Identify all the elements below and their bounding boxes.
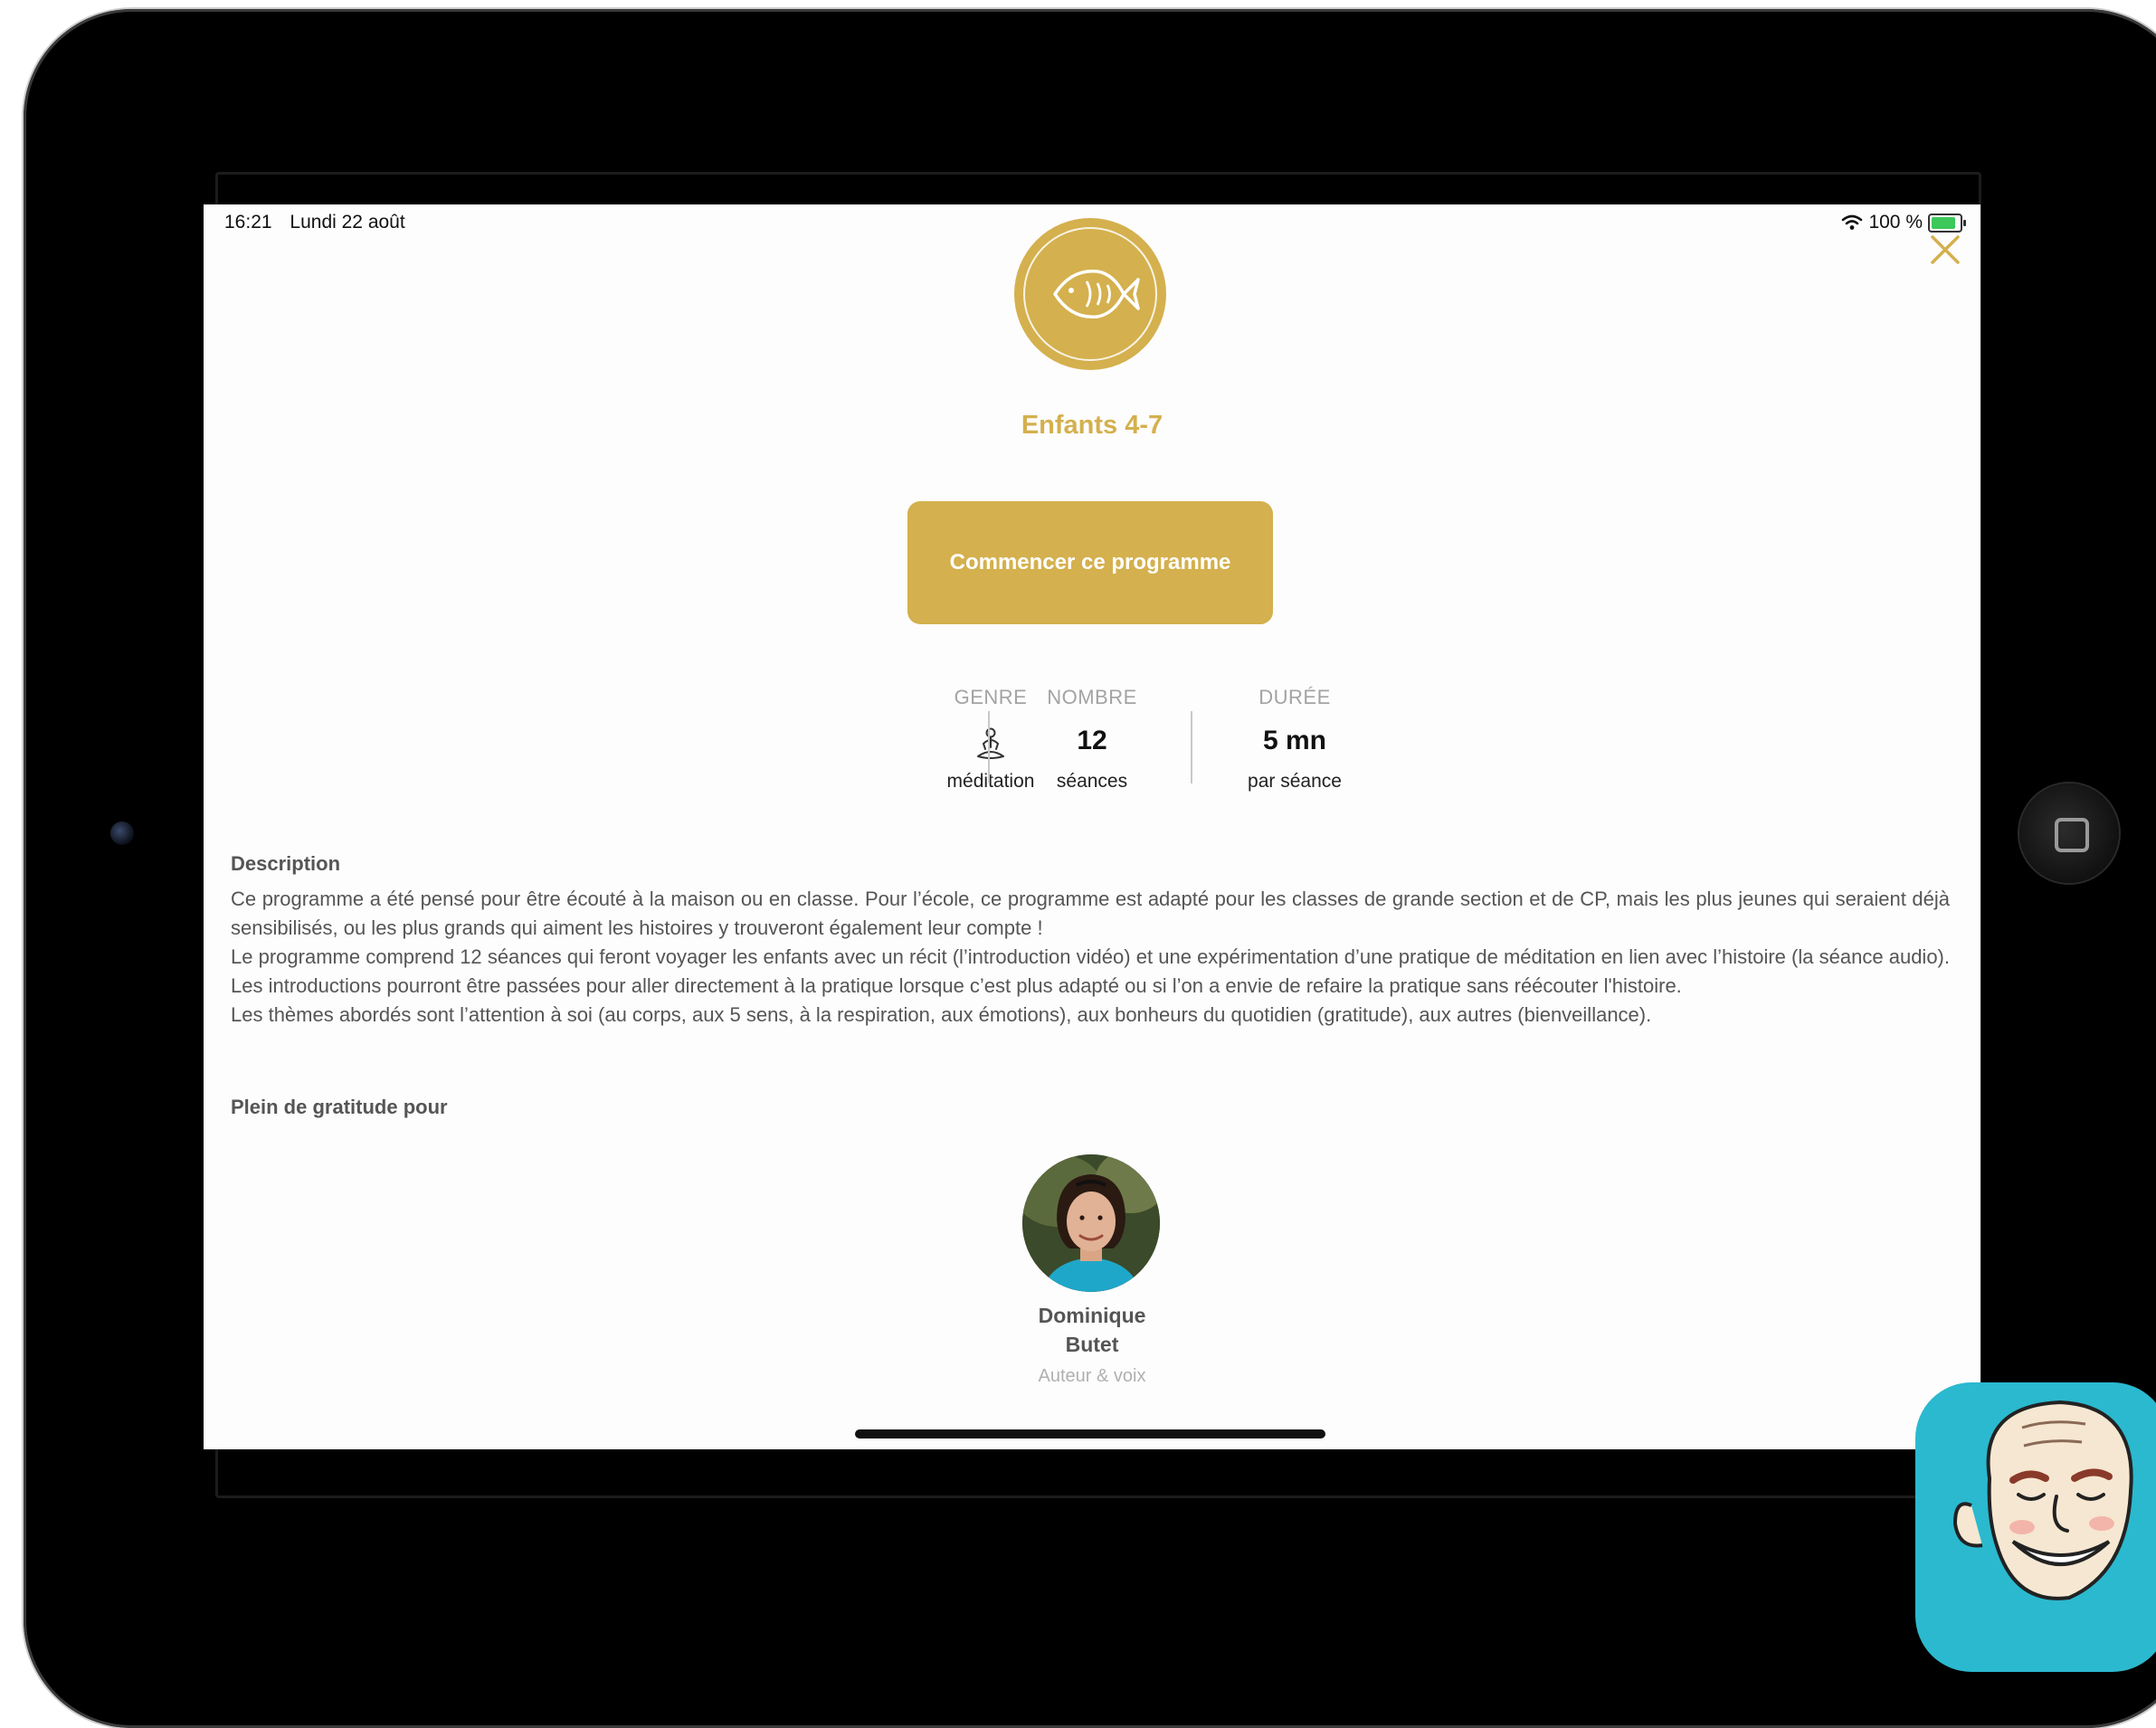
battery-icon xyxy=(1928,213,1966,233)
program-badge xyxy=(1014,218,1166,370)
wifi-icon xyxy=(1842,214,1863,230)
monk-character-icon xyxy=(1952,1400,2133,1600)
description-paragraph: Ce programme a été pensé pour être écout… xyxy=(231,888,1950,939)
battery-level-fill xyxy=(1932,216,1955,229)
status-bar-right: 100 % xyxy=(1841,212,1966,233)
stat-count: NOMBRE 12 séances xyxy=(993,686,1192,793)
front-camera xyxy=(110,821,134,845)
stat-divider xyxy=(1191,711,1192,783)
description-heading: Description xyxy=(231,852,341,875)
author-photo xyxy=(1022,1154,1160,1292)
author-avatar[interactable] xyxy=(1022,1154,1160,1292)
app-logo-icon xyxy=(1915,1382,2156,1672)
stat-duration-label: DURÉE xyxy=(1258,686,1331,708)
stat-duration-value: 5 mn xyxy=(1262,726,1327,755)
author-name: Dominique Butet xyxy=(204,1301,1980,1359)
battery-percent: 100 % xyxy=(1868,212,1923,233)
stat-divider xyxy=(988,711,990,783)
status-bar-left: 16:21 Lundi 22 août xyxy=(224,212,418,233)
close-icon[interactable] xyxy=(1927,232,1963,268)
description-paragraph: Les thèmes abordés sont l’attention à so… xyxy=(231,1003,1652,1026)
status-date: Lundi 22 août xyxy=(290,212,405,233)
status-time: 16:21 xyxy=(224,212,272,233)
app-screen: 16:21 Lundi 22 août 100 % Enfants 4-7 Co… xyxy=(204,204,1980,1449)
program-title: Enfants 4-7 xyxy=(1021,411,1163,440)
start-program-button[interactable]: Commencer ce programme xyxy=(907,501,1273,624)
fish-icon xyxy=(1053,269,1140,319)
author-last-name: Butet xyxy=(1065,1333,1119,1356)
stat-count-label: NOMBRE xyxy=(1047,686,1137,708)
stat-count-caption: séances xyxy=(1056,771,1128,792)
description-paragraph: Le programme comprend 12 séances qui fer… xyxy=(231,945,1950,997)
author-first-name: Dominique xyxy=(1038,1304,1146,1327)
program-stats: GENRE méditation NOMBRE 12 séances DURÉE… xyxy=(204,686,1980,794)
author-role: Auteur & voix xyxy=(1038,1366,1146,1386)
stat-duration-caption: par séance xyxy=(1248,771,1342,792)
stat-duration: DURÉE 5 mn par séance xyxy=(1195,686,1394,793)
stat-count-value: 12 xyxy=(1077,726,1107,755)
home-button-square xyxy=(2055,818,2089,852)
gratitude-heading: Plein de gratitude pour xyxy=(231,1096,448,1118)
description-text: Ce programme a été pensé pour être écout… xyxy=(231,885,1950,1030)
home-indicator[interactable] xyxy=(855,1429,1325,1438)
